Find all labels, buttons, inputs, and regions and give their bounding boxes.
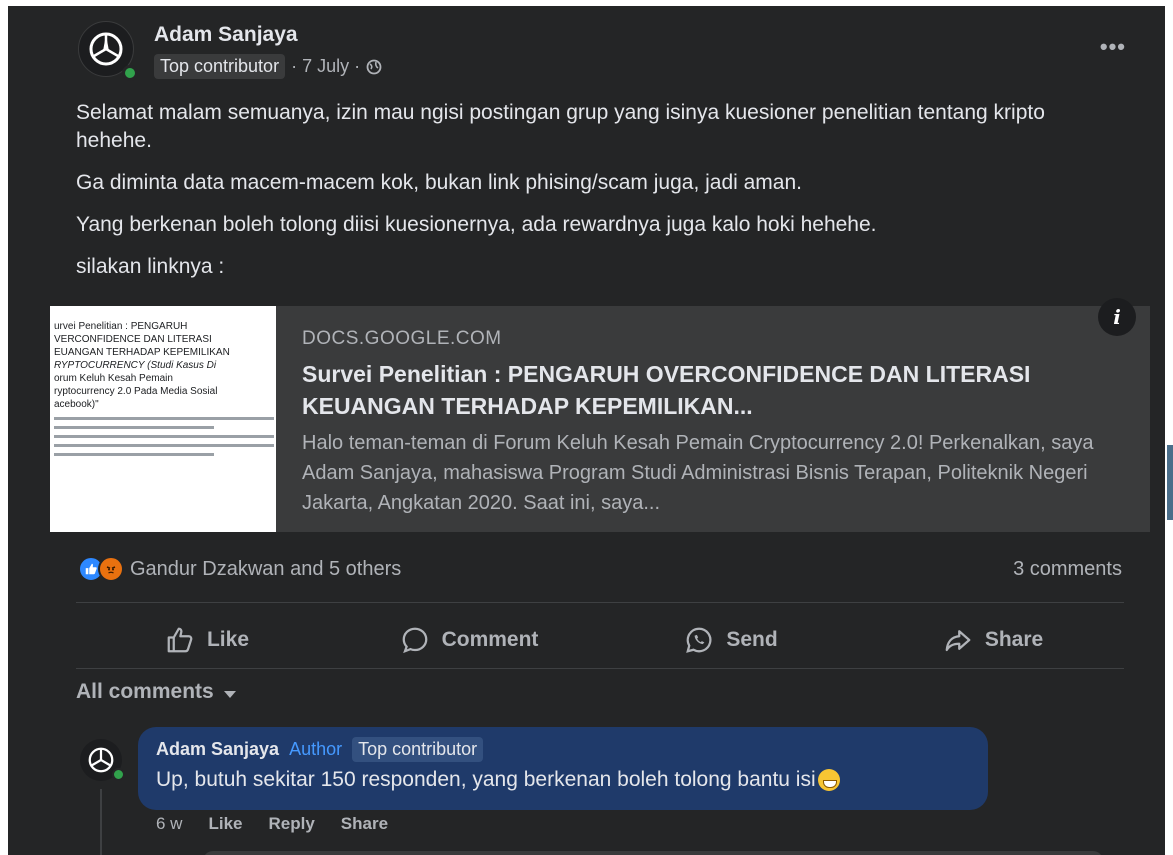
thumbnail-fine-print <box>54 426 214 429</box>
more-options-button[interactable]: ••• <box>1100 34 1126 60</box>
thumbnail-text: VERCONFIDENCE DAN LITERASI <box>54 334 212 345</box>
comment-text-row: Up, butuh sekitar 150 responden, yang be… <box>156 768 970 792</box>
top-contributor-badge: Top contributor <box>352 737 484 762</box>
post-date[interactable]: · 7 July · <box>291 56 360 77</box>
thumbnail-fine-print <box>54 444 274 447</box>
edge-accent <box>1167 445 1173 520</box>
comments-filter-dropdown[interactable]: All comments <box>76 680 236 704</box>
angry-icon <box>98 556 124 582</box>
reactions-summary[interactable]: Gandur Dzakwan and 5 others <box>78 556 401 582</box>
comments-filter-label: All comments <box>76 680 214 703</box>
comment-actions: 6 w Like Reply Share <box>156 814 388 834</box>
link-preview-card[interactable]: urvei Penelitian : PENGARUH VERCONFIDENC… <box>50 298 1150 532</box>
screen-edge <box>0 0 8 855</box>
whatsapp-icon <box>686 627 712 653</box>
link-domain: DOCS.GOOGLE.COM <box>302 328 502 349</box>
share-arrow-icon <box>945 630 971 652</box>
post-actions: Like Comment Send Share <box>76 612 1124 668</box>
comment-text: Up, butuh sekitar 150 responden, yang be… <box>156 768 816 791</box>
comment-share-button[interactable]: Share <box>341 814 388 834</box>
reply-input[interactable] <box>203 851 1103 855</box>
reaction-icons <box>78 556 124 582</box>
post-meta: Top contributor · 7 July · <box>154 54 382 79</box>
post-paragraph: silakan linknya : <box>76 255 225 278</box>
comment-header: Adam Sanjaya Author Top contributor <box>156 737 970 762</box>
send-label: Send <box>726 628 778 651</box>
post-paragraph: Yang berkenan boleh tolong diisi kuesion… <box>76 213 877 236</box>
link-thumbnail: urvei Penelitian : PENGARUH VERCONFIDENC… <box>50 306 276 532</box>
thumbnail-fine-print <box>54 453 214 456</box>
comment-label: Comment <box>441 628 539 651</box>
post-paragraph: Selamat malam semuanya, izin mau ngisi p… <box>76 101 1045 152</box>
globe-icon <box>366 59 382 74</box>
thumbnail-text: EUANGAN TERHADAP KEPEMILIKAN <box>54 347 230 358</box>
post-paragraph: Ga diminta data macem-macem kok, bukan l… <box>76 171 802 194</box>
comment-icon <box>402 627 427 654</box>
link-description: Halo teman-teman di Forum Keluh Kesah Pe… <box>302 432 1094 514</box>
top-contributor-badge: Top contributor <box>154 54 286 79</box>
thumbnail-fine-print <box>54 435 274 438</box>
post-author-name[interactable]: Adam Sanjaya <box>154 23 298 47</box>
thumbnail-text: ryptocurrency 2.0 Pada Media Sosial <box>54 386 218 397</box>
thumbs-up-icon <box>167 627 193 653</box>
thumbnail-text: acebook)" <box>54 399 99 410</box>
screen: Adam Sanjaya Top contributor · 7 July · … <box>0 0 1173 855</box>
comments-count[interactable]: 3 comments <box>1013 558 1122 581</box>
comment-author-name[interactable]: Adam Sanjaya <box>156 739 279 760</box>
author-tag: Author <box>289 739 343 759</box>
divider <box>76 668 1124 669</box>
post-card: Adam Sanjaya Top contributor · 7 July · … <box>8 6 1166 855</box>
thumbnail-text: urvei Penelitian : PENGARUH <box>54 321 188 332</box>
post-body: Selamat malam semuanya, izin mau ngisi p… <box>76 99 1096 295</box>
screen-edge <box>1165 0 1173 855</box>
grinning-sweat-emoji-icon <box>817 769 840 791</box>
online-status-dot <box>112 768 125 781</box>
share-button[interactable]: Share <box>862 612 1124 668</box>
share-label: Share <box>984 628 1044 651</box>
link-title[interactable]: Survei Penelitian : PENGARUH OVERCONFIDE… <box>302 358 1102 422</box>
thumbnail-fine-print <box>54 417 274 420</box>
thumbnail-text: RYPTOCURRENCY (Studi Kasus Di <box>54 360 217 371</box>
thumbnail-text: orum Keluh Kesah Pemain <box>54 373 173 384</box>
comment-like-button[interactable]: Like <box>208 814 242 834</box>
like-button[interactable]: Like <box>76 612 338 668</box>
comment-bubble: Adam Sanjaya Author Top contributor Up, … <box>138 727 988 810</box>
comment-time[interactable]: 6 w <box>156 814 182 834</box>
comment-reply-button[interactable]: Reply <box>269 814 315 834</box>
thread-line <box>100 789 102 855</box>
info-button[interactable]: i <box>1098 298 1136 336</box>
mercedes-logo-icon <box>88 747 114 773</box>
caret-down-icon <box>223 690 236 698</box>
comment-button[interactable]: Comment <box>338 612 600 668</box>
online-status-dot <box>122 65 138 81</box>
like-label: Like <box>206 628 250 651</box>
mercedes-logo-icon <box>89 32 123 66</box>
divider <box>76 602 1124 603</box>
send-button[interactable]: Send <box>600 612 862 668</box>
reactors-text: Gandur Dzakwan and 5 others <box>130 557 402 580</box>
